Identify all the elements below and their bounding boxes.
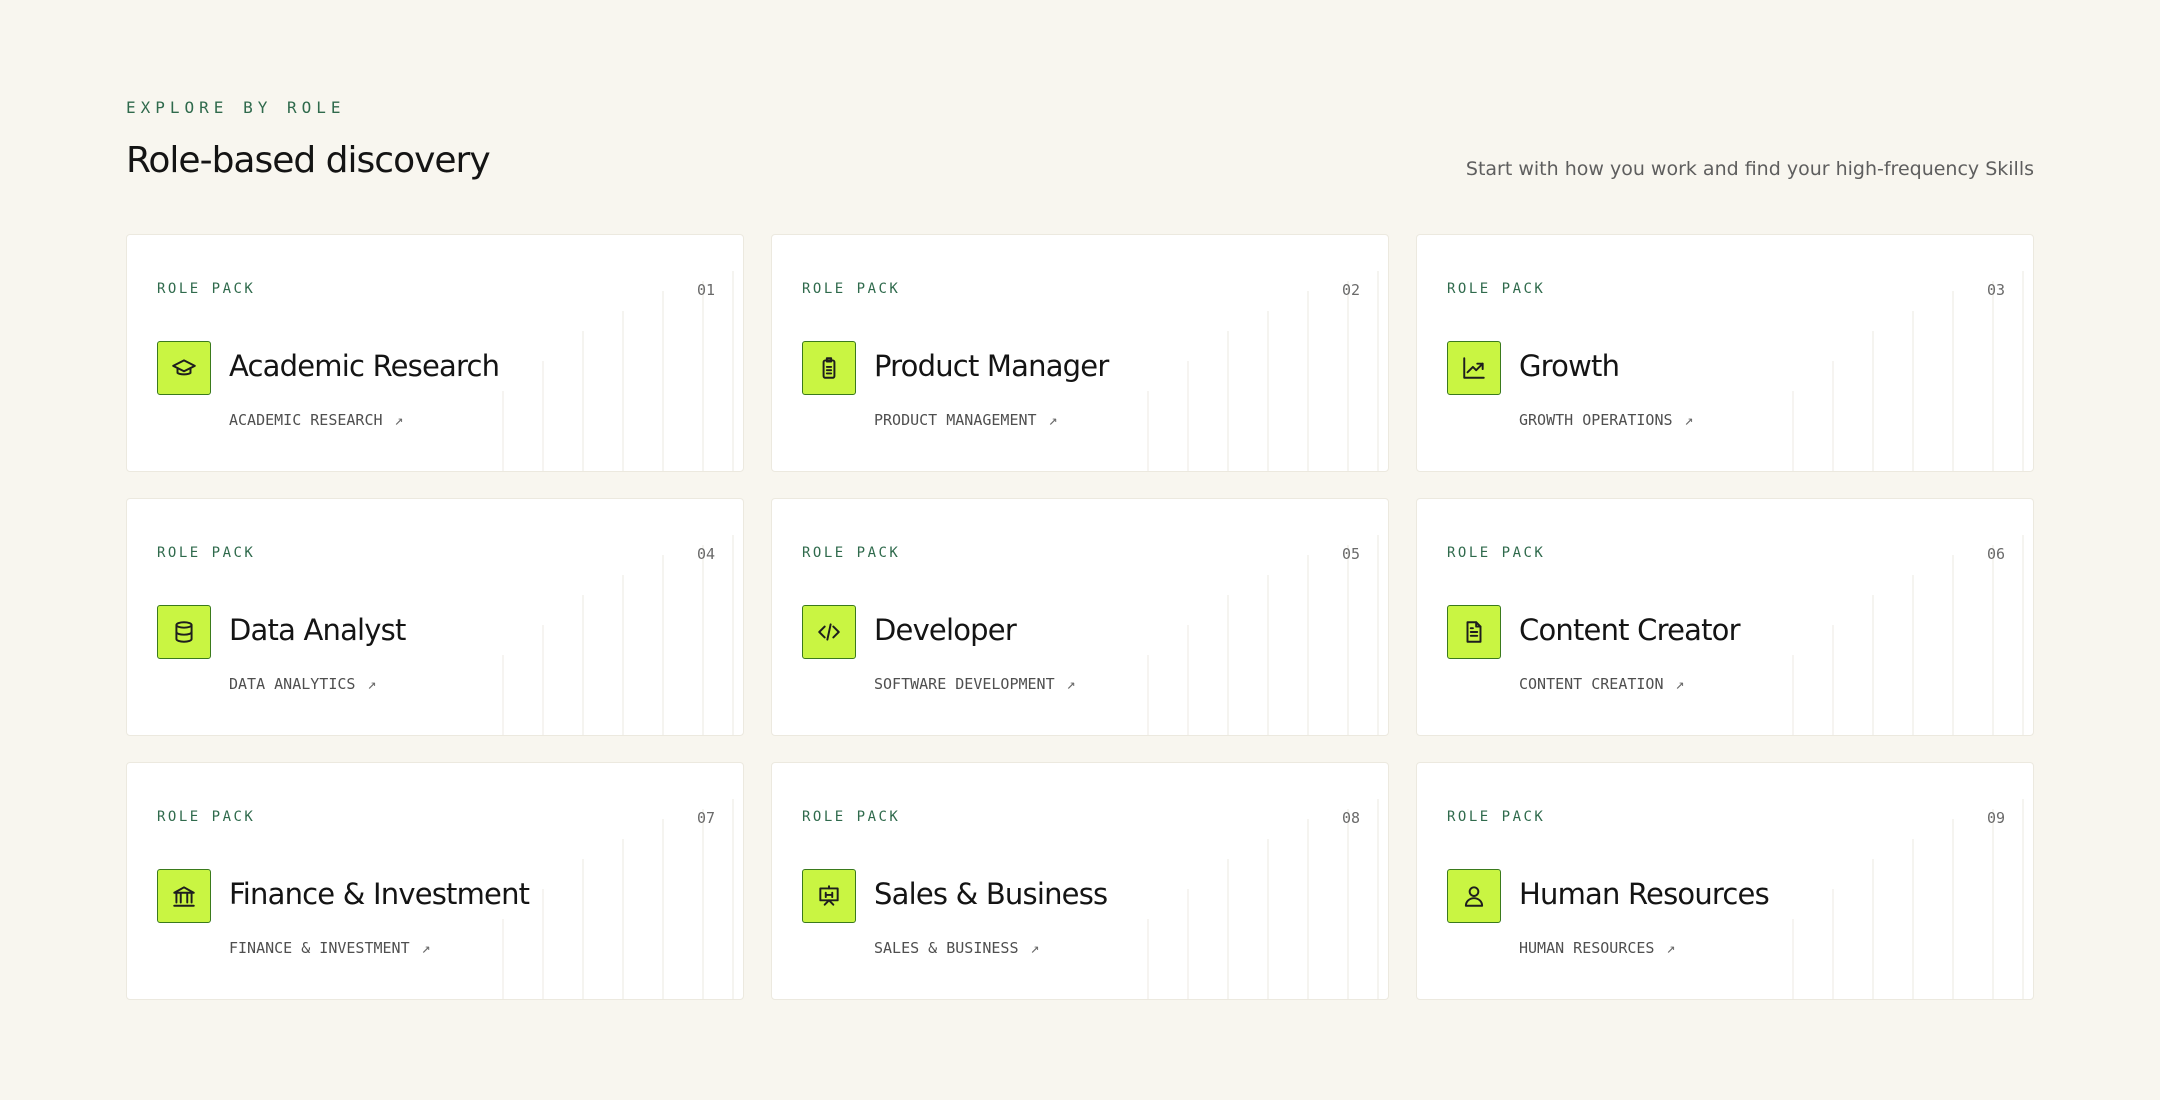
card-number: 09 xyxy=(1986,809,2005,827)
section-title: Role-based discovery xyxy=(126,140,491,181)
database-icon xyxy=(157,605,211,659)
decorative-grid-lines xyxy=(1147,799,1379,999)
card-title: Content Creator xyxy=(1519,613,1741,647)
role-card-sales-business[interactable]: ROLE PACK 08 Sales & Business SALES & BU… xyxy=(771,762,1389,1000)
card-title: Developer xyxy=(874,613,1017,647)
decorative-grid-lines xyxy=(502,535,734,735)
bank-icon xyxy=(157,869,211,923)
card-title: Finance & Investment xyxy=(229,877,530,911)
clipboard-icon xyxy=(802,341,856,395)
graduation-cap-icon xyxy=(157,341,211,395)
role-card-data-analyst[interactable]: ROLE PACK 04 Data Analyst DATA ANALYTICS… xyxy=(126,498,744,736)
card-tag: ROLE PACK xyxy=(157,281,256,297)
section-eyebrow: EXPLORE BY ROLE xyxy=(126,98,346,117)
card-tag: ROLE PACK xyxy=(802,545,901,561)
role-card-grid: ROLE PACK 01 Academic Research ACADEMIC … xyxy=(126,234,2034,1000)
card-number: 05 xyxy=(1341,545,1360,563)
card-subtitle: SALES & BUSINESS xyxy=(874,939,1019,957)
card-title: Growth xyxy=(1519,349,1620,383)
card-subtitle: FINANCE & INVESTMENT xyxy=(229,939,410,957)
card-subtitle-link[interactable]: FINANCE & INVESTMENT ↗ xyxy=(229,939,431,957)
role-card-finance-investment[interactable]: ROLE PACK 07 Finance & Investment FINANC… xyxy=(126,762,744,1000)
card-tag: ROLE PACK xyxy=(1447,545,1546,561)
card-number: 06 xyxy=(1986,545,2005,563)
arrow-up-right-icon: ↗ xyxy=(1684,411,1694,429)
card-subtitle: HUMAN RESOURCES xyxy=(1519,939,1655,957)
card-number: 02 xyxy=(1341,281,1360,299)
card-subtitle-link[interactable]: PRODUCT MANAGEMENT ↗ xyxy=(874,411,1058,429)
card-tag: ROLE PACK xyxy=(802,281,901,297)
arrow-up-right-icon: ↗ xyxy=(1675,675,1685,693)
role-card-academic-research[interactable]: ROLE PACK 01 Academic Research ACADEMIC … xyxy=(126,234,744,472)
arrow-up-right-icon: ↗ xyxy=(367,675,377,693)
card-title: Data Analyst xyxy=(229,613,406,647)
role-card-growth[interactable]: ROLE PACK 03 Growth GROWTH OPERATIONS ↗ xyxy=(1416,234,2034,472)
card-subtitle: SOFTWARE DEVELOPMENT xyxy=(874,675,1055,693)
arrow-up-right-icon: ↗ xyxy=(1030,939,1040,957)
card-subtitle-link[interactable]: SOFTWARE DEVELOPMENT ↗ xyxy=(874,675,1076,693)
card-subtitle: ACADEMIC RESEARCH xyxy=(229,411,383,429)
card-subtitle-link[interactable]: ACADEMIC RESEARCH ↗ xyxy=(229,411,404,429)
decorative-grid-lines xyxy=(1147,271,1379,471)
arrow-up-right-icon: ↗ xyxy=(421,939,431,957)
card-title: Human Resources xyxy=(1519,877,1770,911)
card-subtitle: PRODUCT MANAGEMENT xyxy=(874,411,1037,429)
card-title: Product Manager xyxy=(874,349,1109,383)
role-card-human-resources[interactable]: ROLE PACK 09 Human Resources HUMAN RESOU… xyxy=(1416,762,2034,1000)
user-icon xyxy=(1447,869,1501,923)
presentation-board-icon xyxy=(802,869,856,923)
role-card-content-creator[interactable]: ROLE PACK 06 Content Creator CONTENT CRE… xyxy=(1416,498,2034,736)
card-number: 01 xyxy=(696,281,715,299)
card-subtitle-link[interactable]: HUMAN RESOURCES ↗ xyxy=(1519,939,1676,957)
card-title: Academic Research xyxy=(229,349,500,383)
line-chart-icon xyxy=(1447,341,1501,395)
decorative-grid-lines xyxy=(1792,535,2024,735)
role-card-product-manager[interactable]: ROLE PACK 02 Product Manager PRODUCT MAN… xyxy=(771,234,1389,472)
card-number: 03 xyxy=(1986,281,2005,299)
card-tag: ROLE PACK xyxy=(802,809,901,825)
code-icon xyxy=(802,605,856,659)
arrow-up-right-icon: ↗ xyxy=(394,411,404,429)
card-subtitle-link[interactable]: GROWTH OPERATIONS ↗ xyxy=(1519,411,1694,429)
card-tag: ROLE PACK xyxy=(157,809,256,825)
decorative-grid-lines xyxy=(1792,799,2024,999)
card-number: 04 xyxy=(696,545,715,563)
card-subtitle: DATA ANALYTICS xyxy=(229,675,356,693)
arrow-up-right-icon: ↗ xyxy=(1666,939,1676,957)
arrow-up-right-icon: ↗ xyxy=(1066,675,1076,693)
decorative-grid-lines xyxy=(1792,271,2024,471)
card-tag: ROLE PACK xyxy=(1447,281,1546,297)
card-tag: ROLE PACK xyxy=(157,545,256,561)
arrow-up-right-icon: ↗ xyxy=(1048,411,1058,429)
role-card-developer[interactable]: ROLE PACK 05 Developer SOFTWARE DEVELOPM… xyxy=(771,498,1389,736)
card-title: Sales & Business xyxy=(874,877,1108,911)
card-number: 08 xyxy=(1341,809,1360,827)
card-subtitle-link[interactable]: DATA ANALYTICS ↗ xyxy=(229,675,376,693)
card-number: 07 xyxy=(696,809,715,827)
card-subtitle: CONTENT CREATION xyxy=(1519,675,1664,693)
card-subtitle: GROWTH OPERATIONS xyxy=(1519,411,1673,429)
document-icon xyxy=(1447,605,1501,659)
card-subtitle-link[interactable]: SALES & BUSINESS ↗ xyxy=(874,939,1040,957)
decorative-grid-lines xyxy=(1147,535,1379,735)
decorative-grid-lines xyxy=(502,271,734,471)
card-tag: ROLE PACK xyxy=(1447,809,1546,825)
section-subtitle: Start with how you work and find your hi… xyxy=(1465,158,2034,180)
card-subtitle-link[interactable]: CONTENT CREATION ↗ xyxy=(1519,675,1685,693)
